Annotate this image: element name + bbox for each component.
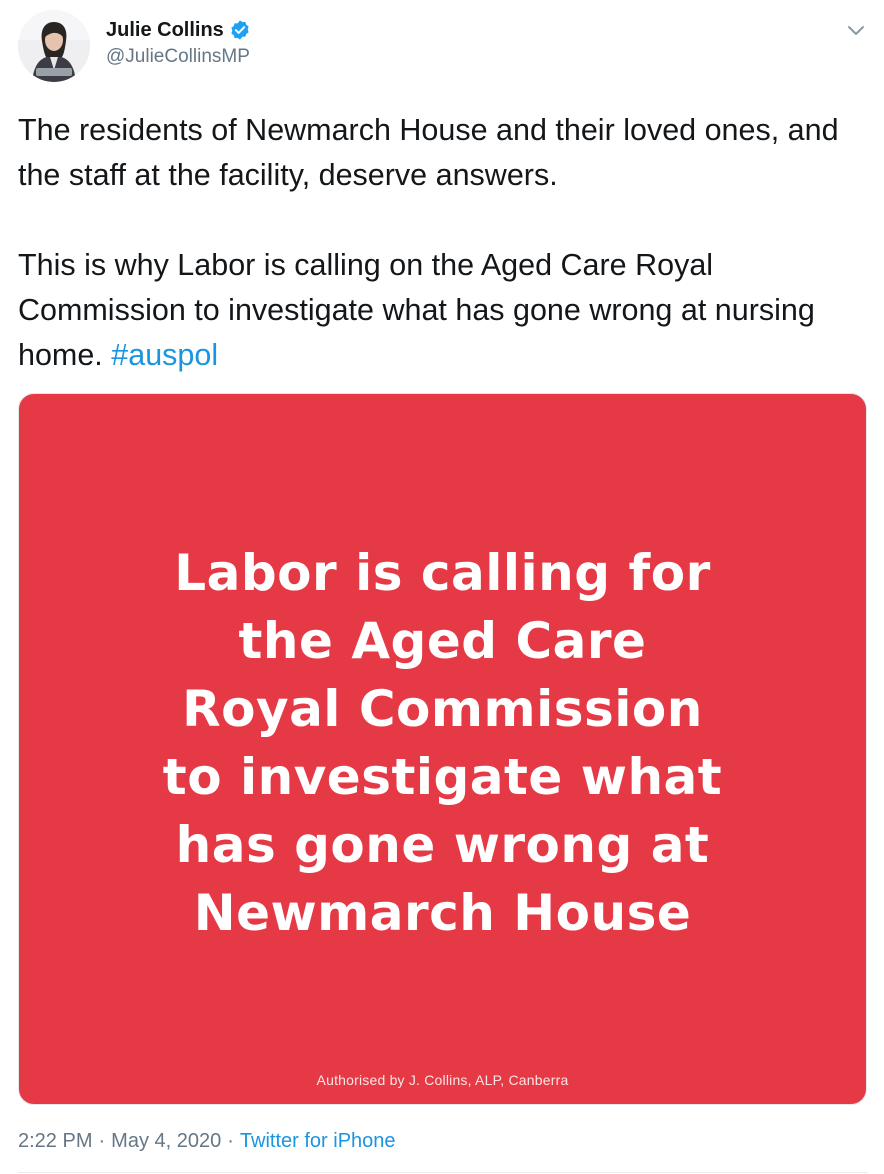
tweet-media-image[interactable]: Labor is calling for the Aged Care Royal… — [18, 393, 867, 1105]
tweet-text: The residents of Newmarch House and thei… — [18, 108, 874, 378]
hashtag-link[interactable]: #auspol — [111, 338, 218, 372]
chevron-down-icon[interactable] — [844, 18, 868, 42]
media-headline-line: has gone wrong at — [175, 816, 710, 874]
authorisation-text: Authorised by J. Collins, ALP, Canberra — [316, 1072, 569, 1088]
tweet-paragraph-1: The residents of Newmarch House and thei… — [18, 113, 848, 192]
meta-separator: · — [227, 1130, 234, 1152]
display-name-row: Julie Collins — [106, 16, 251, 44]
media-headline-line: Labor is calling for — [174, 544, 711, 602]
tweet: Julie Collins @JulieCollinsMP The reside… — [0, 0, 884, 1174]
tweet-meta: 2:22 PM · May 4, 2020 · Twitter for iPho… — [18, 1130, 396, 1153]
tweet-time[interactable]: 2:22 PM — [18, 1130, 92, 1153]
tweet-date[interactable]: May 4, 2020 — [111, 1130, 221, 1153]
tweet-source-link[interactable]: Twitter for iPhone — [240, 1130, 396, 1153]
media-headline-line: to investigate what — [162, 748, 723, 806]
verified-badge-icon — [229, 19, 251, 41]
media-headline-line: Newmarch House — [193, 884, 692, 942]
media-headline: Labor is calling for the Aged Care Royal… — [19, 539, 866, 947]
divider — [18, 1172, 868, 1173]
media-headline-line: Royal Commission — [182, 680, 703, 738]
avatar[interactable] — [18, 10, 90, 82]
media-headline-line: the Aged Care — [238, 612, 647, 670]
meta-separator: · — [98, 1130, 106, 1152]
tweet-header: Julie Collins @JulieCollinsMP — [18, 10, 868, 82]
user-info: Julie Collins @JulieCollinsMP — [106, 16, 251, 68]
display-name[interactable]: Julie Collins — [106, 19, 224, 42]
user-handle[interactable]: @JulieCollinsMP — [106, 46, 251, 68]
profile-photo — [18, 10, 90, 82]
